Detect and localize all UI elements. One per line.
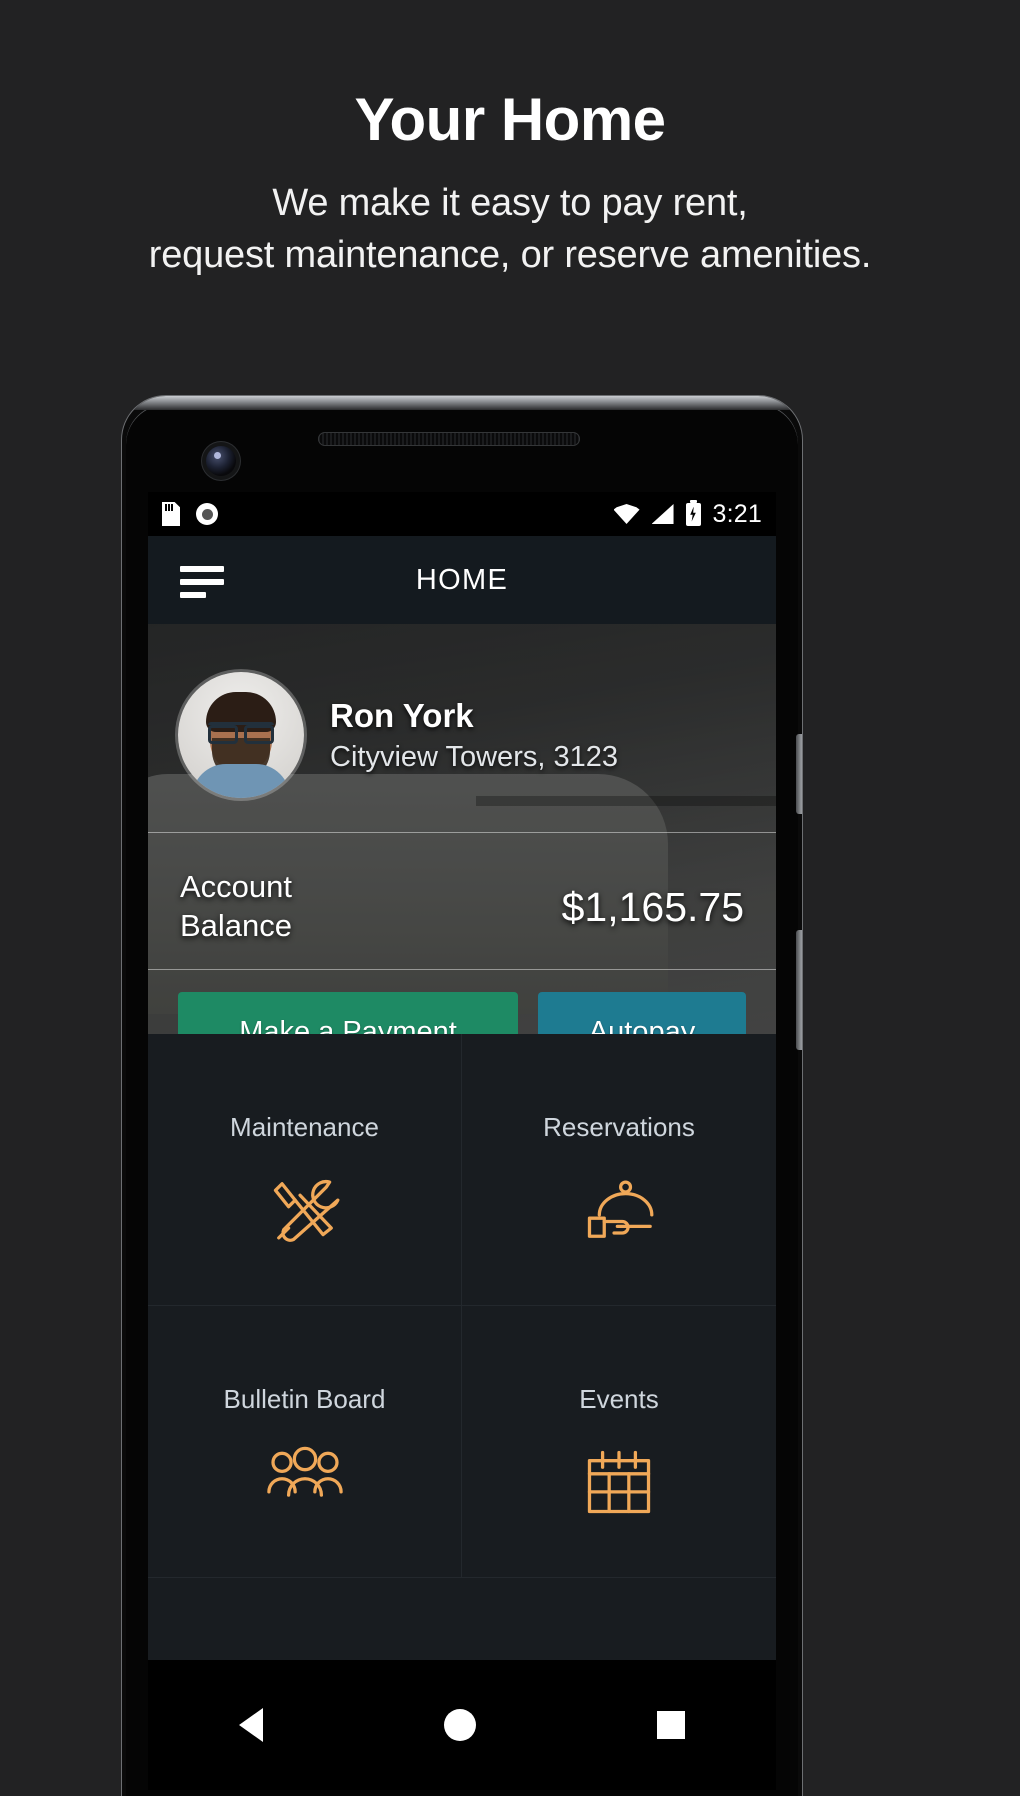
- screen-record-icon: [196, 503, 218, 525]
- phone-power-button[interactable]: [796, 734, 802, 814]
- calendar-icon: [574, 1441, 664, 1523]
- account-balance-label: Account Balance: [180, 868, 292, 946]
- front-camera-icon: [206, 446, 236, 476]
- cellular-signal-icon: [651, 504, 674, 524]
- tile-maintenance-label: Maintenance: [230, 1112, 379, 1142]
- phone-volume-button[interactable]: [796, 930, 802, 1050]
- account-balance-amount: $1,165.75: [561, 883, 744, 930]
- tile-bulletin-board-label: Bulletin Board: [223, 1384, 386, 1414]
- back-triangle-icon[interactable]: [238, 1708, 263, 1742]
- tile-events-label: Events: [579, 1384, 659, 1414]
- hero-card: Ron York Cityview Towers, 3123 Account B…: [148, 624, 776, 1034]
- promo-subtitle: We make it easy to pay rent, request mai…: [0, 151, 1020, 282]
- app-viewport: HOME Ron York Cityview Towers, 3123 Acco…: [148, 536, 776, 1660]
- profile-text: Ron York Cityview Towers, 3123: [330, 697, 618, 774]
- status-bar: 3:21: [148, 492, 776, 536]
- make-a-payment-button[interactable]: Make a Payment: [178, 992, 518, 1034]
- phone-top-bezel: [122, 396, 802, 410]
- feature-grid-row-1: Maintenance Reservations: [148, 1034, 776, 1306]
- wifi-icon: [613, 504, 640, 524]
- status-bar-clock: 3:21: [712, 499, 762, 528]
- account-balance-label-line2: Balance: [180, 908, 293, 943]
- profile-section[interactable]: Ron York Cityview Towers, 3123: [178, 672, 618, 798]
- android-nav-bar: [148, 1660, 776, 1790]
- avatar-glasses: [208, 722, 274, 744]
- hamburger-line-3: [180, 592, 206, 598]
- resident-address: Cityview Towers, 3123: [330, 740, 618, 773]
- tools-icon: [260, 1169, 350, 1251]
- status-bar-left: [162, 502, 218, 526]
- people-icon: [260, 1441, 350, 1523]
- promo-header: Your Home We make it easy to pay rent, r…: [0, 0, 1020, 282]
- tile-reservations[interactable]: Reservations: [462, 1034, 776, 1306]
- feature-grid: Maintenance Reservations Bulletin Board …: [148, 1034, 776, 1578]
- promo-subtitle-line2: request maintenance, or reserve amenitie…: [148, 234, 872, 277]
- hero-divider-top: [148, 832, 776, 833]
- tile-maintenance[interactable]: Maintenance: [148, 1034, 462, 1306]
- room-service-icon: [574, 1169, 664, 1251]
- hero-divider-bottom: [148, 969, 776, 970]
- avatar-shirt: [192, 764, 290, 798]
- hamburger-line-1: [180, 566, 224, 572]
- tile-reservations-label: Reservations: [543, 1112, 695, 1142]
- recents-square-icon[interactable]: [657, 1711, 686, 1739]
- battery-charging-icon: [685, 499, 701, 526]
- feature-grid-row-2: Bulletin Board Events: [148, 1306, 776, 1578]
- autopay-button[interactable]: Autopay: [538, 992, 746, 1034]
- sd-card-icon: [162, 502, 180, 526]
- account-balance-label-line1: Account: [180, 869, 293, 905]
- app-bar-title: HOME: [415, 563, 509, 596]
- tile-bulletin-board[interactable]: Bulletin Board: [148, 1306, 462, 1578]
- earpiece-speaker: [318, 432, 580, 446]
- app-bar: HOME: [148, 536, 776, 624]
- page-title: Your Home: [354, 86, 666, 153]
- hamburger-menu-icon[interactable]: [180, 566, 224, 605]
- status-bar-right: 3:21: [613, 499, 762, 529]
- hamburger-line-2: [180, 579, 224, 585]
- phone-mockup: 3:21 HOME Ron York Cityview Towers, 3123…: [122, 396, 802, 1796]
- promo-subtitle-line1: We make it easy to pay rent,: [272, 182, 748, 224]
- payment-actions: Make a Payment Autopay: [148, 992, 776, 1034]
- home-circle-icon[interactable]: [443, 1709, 476, 1741]
- resident-name: Ron York: [330, 696, 474, 734]
- avatar: [178, 672, 304, 798]
- account-balance-row: Account Balance $1,165.75: [148, 852, 776, 962]
- tile-events[interactable]: Events: [462, 1306, 776, 1578]
